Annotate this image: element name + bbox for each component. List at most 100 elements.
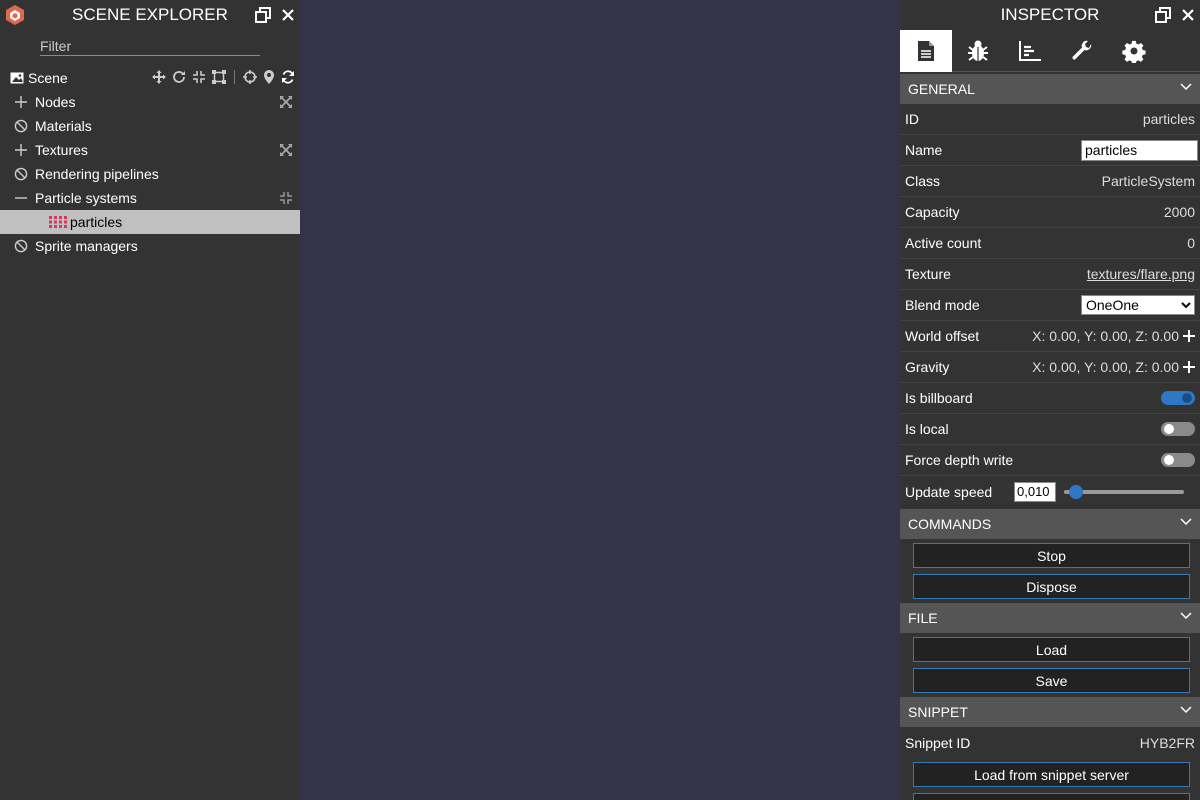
rotate-icon[interactable] [172, 70, 186, 84]
prop-label: Update speed [905, 483, 993, 500]
prop-blend-mode: Blend mode OneOne [900, 290, 1200, 321]
section-commands-header[interactable]: COMMANDS [900, 509, 1200, 539]
tree-item-label: Textures [35, 142, 88, 158]
bug-icon [968, 40, 988, 61]
tree-item-label: Nodes [35, 94, 76, 110]
tab-properties[interactable] [900, 30, 952, 72]
save-button[interactable]: Save [913, 668, 1190, 693]
section-file-header[interactable]: FILE [900, 603, 1200, 633]
section-snippet-header[interactable]: SNIPPET [900, 697, 1200, 727]
move-icon[interactable] [152, 70, 166, 84]
tree-item-sprite-managers[interactable]: Sprite managers [0, 234, 300, 258]
image-icon [10, 72, 24, 84]
prop-is-billboard: Is billboard [900, 383, 1200, 414]
prop-value: HYB2FR [1139, 734, 1195, 751]
name-input[interactable] [1081, 139, 1198, 161]
tab-settings[interactable] [1108, 30, 1160, 72]
tree-item-textures[interactable]: Textures [0, 138, 300, 162]
tree-item-particle-systems[interactable]: Particle systems [0, 186, 300, 210]
tree-item-label: Rendering pipelines [35, 166, 159, 182]
prop-label: World offset [905, 328, 980, 344]
inspector-header: INSPECTOR [900, 0, 1200, 30]
prop-label: Capacity [905, 204, 960, 220]
popout-icon[interactable] [254, 6, 272, 24]
prop-label: Force depth write [905, 452, 1014, 468]
slider-thumb[interactable] [1069, 484, 1083, 499]
close-icon[interactable] [279, 6, 297, 24]
section-general-header[interactable]: GENERAL [900, 74, 1200, 104]
update-speed-slider[interactable] [1064, 484, 1184, 499]
close-icon[interactable] [1179, 6, 1197, 24]
inspector-tabs [900, 30, 1200, 72]
inspector-panel: INSPECTOR GENERAL ID particles Name part… [900, 0, 1200, 800]
bounding-box-icon[interactable] [212, 70, 226, 84]
prop-is-local: Is local [900, 414, 1200, 445]
prop-gravity: Gravity X: 0.00, Y: 0.00, Z: 0.00 [900, 352, 1200, 383]
prop-value: particles [1142, 111, 1195, 127]
tab-debug[interactable] [952, 30, 1004, 72]
load-from-snippet-server-button[interactable]: Load from snippet server [913, 762, 1190, 787]
prop-value: 2000 [1163, 204, 1195, 220]
wrench-icon [1072, 40, 1092, 60]
section-title: COMMANDS [908, 516, 992, 532]
compress-icon[interactable] [279, 191, 293, 205]
tree-item-nodes[interactable]: Nodes [0, 90, 300, 114]
filter-container [0, 30, 300, 66]
tree-item-rendering-pipelines[interactable]: Rendering pipelines [0, 162, 300, 186]
scene-explorer-header: SCENE EXPLORER [0, 0, 300, 30]
tree-item-label: Particle systems [35, 190, 137, 206]
crosshair-icon[interactable] [243, 70, 257, 84]
update-speed-input[interactable]: 0,010 [1014, 481, 1056, 502]
billboard-toggle[interactable] [1161, 391, 1195, 405]
prop-label: Class [905, 173, 941, 189]
prop-label: Active count [905, 235, 982, 251]
plus-icon[interactable] [1183, 361, 1195, 373]
tab-statistics[interactable] [1004, 30, 1056, 72]
scene-label: Scene [28, 70, 68, 86]
filter-input[interactable] [40, 38, 260, 56]
prop-label: Name [905, 142, 943, 158]
file-icon [918, 41, 934, 61]
prop-label: Is local [905, 421, 949, 437]
prop-active-count: Active count 0 [900, 228, 1200, 259]
force-depth-write-toggle[interactable] [1161, 453, 1195, 467]
prop-force-depth-write: Force depth write [900, 445, 1200, 476]
prop-label: Snippet ID [905, 734, 971, 751]
tab-tools[interactable] [1056, 30, 1108, 72]
chart-icon [1019, 41, 1041, 61]
stop-button[interactable]: Stop [913, 543, 1190, 568]
prop-name: Name [900, 135, 1200, 166]
prop-id: ID particles [900, 104, 1200, 135]
ban-icon [14, 239, 28, 253]
texture-link[interactable]: textures/flare.png [1087, 266, 1195, 282]
scene-row[interactable]: Scene [0, 66, 300, 90]
is-local-toggle[interactable] [1161, 422, 1195, 436]
plus-icon[interactable] [14, 95, 28, 109]
prop-label: ID [905, 111, 919, 127]
minus-icon[interactable] [14, 191, 28, 205]
tree-item-materials[interactable]: Materials [0, 114, 300, 138]
expand-icon[interactable] [279, 95, 293, 109]
ban-icon [14, 167, 28, 181]
chevron-down-icon [1180, 706, 1192, 714]
refresh-icon[interactable] [281, 70, 295, 84]
render-viewport[interactable] [300, 0, 900, 800]
vector-value: X: 0.00, Y: 0.00, Z: 0.00 [1032, 359, 1179, 375]
tree-item-particles[interactable]: particles [0, 210, 300, 234]
blend-mode-select[interactable]: OneOne [1081, 295, 1195, 315]
plus-icon[interactable] [14, 143, 28, 157]
map-marker-icon[interactable] [263, 70, 275, 84]
prop-snippet-id: Snippet ID HYB2FR [900, 727, 1200, 758]
prop-label: Is billboard [905, 390, 973, 406]
ban-icon [14, 119, 28, 133]
gear-icon [1122, 40, 1146, 63]
tree-item-label: Materials [35, 118, 92, 134]
save-to-snippet-server-button[interactable] [913, 793, 1190, 800]
expand-icon[interactable] [279, 143, 293, 157]
load-button[interactable]: Load [913, 637, 1190, 662]
plus-icon[interactable] [1183, 330, 1195, 342]
scale-icon[interactable] [192, 70, 206, 84]
dispose-button[interactable]: Dispose [913, 574, 1190, 599]
popout-icon[interactable] [1154, 6, 1172, 24]
prop-world-offset: World offset X: 0.00, Y: 0.00, Z: 0.00 [900, 321, 1200, 352]
